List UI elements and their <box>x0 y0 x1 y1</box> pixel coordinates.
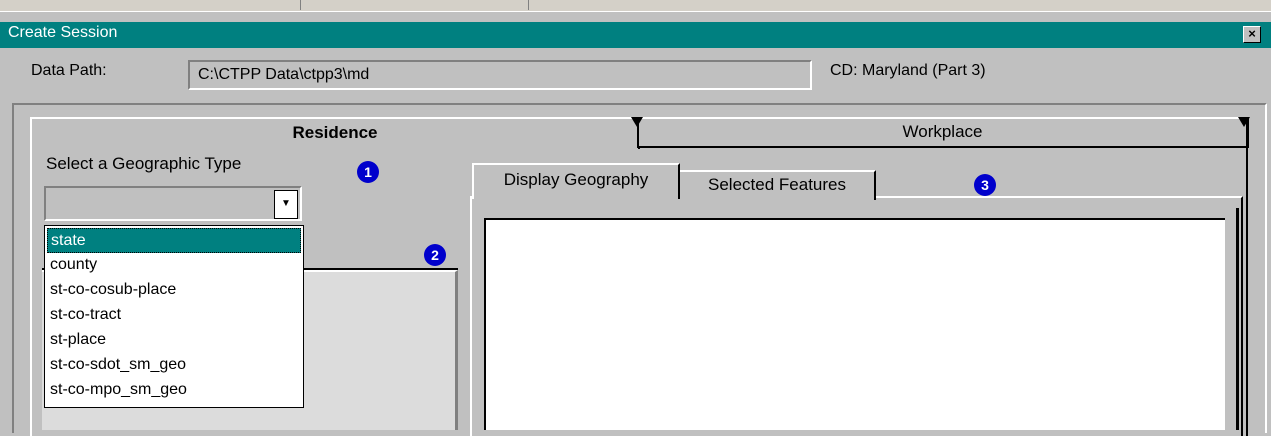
tab-residence[interactable]: Residence <box>30 117 640 149</box>
display-area-edge <box>1236 208 1239 430</box>
data-path-label: Data Path: <box>31 62 107 79</box>
data-path-field[interactable]: C:\CTPP Data\ctpp3\md <box>188 60 812 90</box>
dropdown-option-st-co-sdot-sm-geo[interactable]: st-co-sdot_sm_geo <box>47 353 301 378</box>
background-strip-segment <box>0 0 301 10</box>
window-title: Create Session <box>8 24 118 41</box>
cd-label: CD: Maryland (Part 3) <box>830 62 986 79</box>
geographic-type-dropdown-list[interactable]: state county st-co-cosub-place st-co-tra… <box>44 225 304 408</box>
chevron-down-icon[interactable]: ▼ <box>274 190 298 219</box>
tab-corner-mark <box>1238 117 1250 127</box>
dropdown-option-county[interactable]: county <box>47 253 301 278</box>
background-strip-segment <box>300 0 529 10</box>
geographic-type-label: Select a Geographic Type <box>46 154 242 173</box>
step-badge-1: 1 <box>357 161 379 183</box>
title-bar[interactable]: Create Session × <box>0 22 1271 48</box>
dropdown-option-st-place[interactable]: st-place <box>47 328 301 353</box>
geographic-type-select[interactable]: ▼ <box>44 186 302 221</box>
close-icon[interactable]: × <box>1243 26 1261 43</box>
step-badge-3: 3 <box>974 174 996 196</box>
background-window-strip <box>0 0 1271 12</box>
tab-display-geography[interactable]: Display Geography <box>472 163 680 199</box>
dropdown-option-st-co-cosub-place[interactable]: st-co-cosub-place <box>47 278 301 303</box>
dropdown-option-st-co-mpo-sm-geo[interactable]: st-co-mpo_sm_geo <box>47 378 301 403</box>
tab-corner-mark <box>631 117 643 127</box>
display-geography-area[interactable] <box>484 218 1225 430</box>
tab-selected-features[interactable]: Selected Features <box>680 170 876 200</box>
dropdown-option-state[interactable]: state <box>47 228 301 253</box>
tab-workplace[interactable]: Workplace <box>637 117 1249 148</box>
dropdown-option-st-co-tract[interactable]: st-co-tract <box>47 303 301 328</box>
step-badge-2: 2 <box>424 244 446 266</box>
